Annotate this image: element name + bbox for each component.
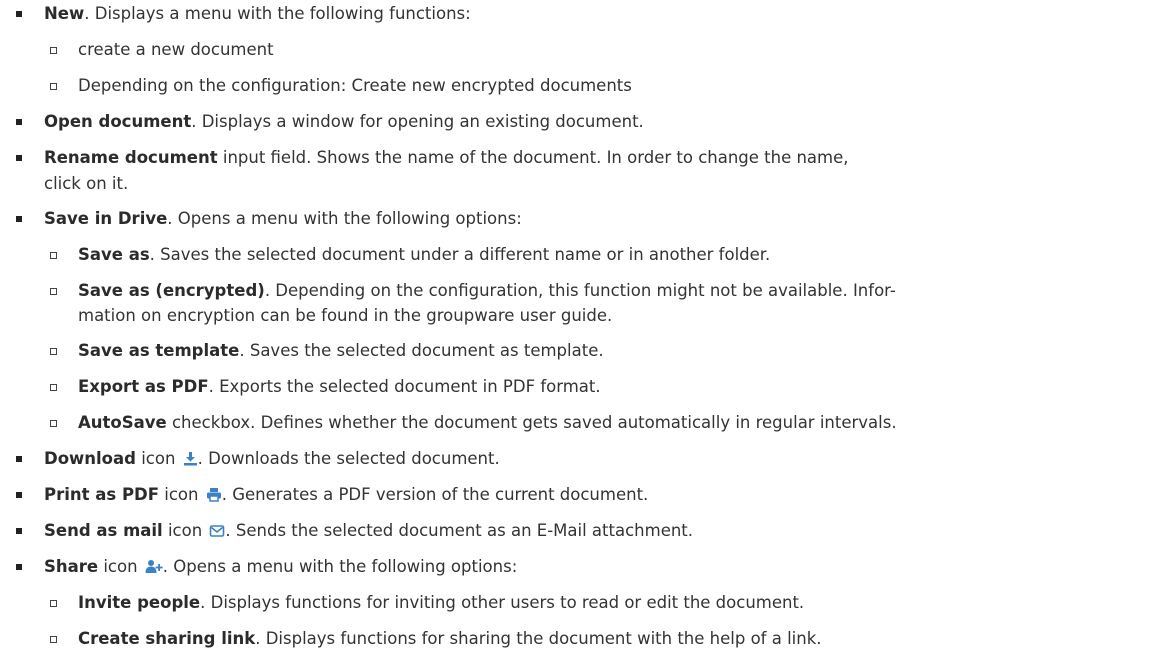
- item-text: checkbox. Defines whether the document g…: [166, 413, 897, 432]
- bullet: [16, 528, 22, 534]
- item-text: Depending on the configuration: Create n…: [78, 76, 632, 95]
- sub-bullet: [50, 83, 57, 90]
- bullet: [16, 119, 22, 125]
- sub-bullet: [50, 384, 57, 391]
- item-text: . Displays a menu with the following fun…: [84, 4, 471, 23]
- bullet: [16, 492, 22, 498]
- item-title: Share: [44, 557, 99, 576]
- item-title: AutoSave: [78, 413, 167, 432]
- sub-bullet: [50, 47, 57, 54]
- bullet: [16, 456, 22, 462]
- item-text-pre: icon: [162, 521, 208, 540]
- bullet: [16, 216, 22, 222]
- sub-bullet: [50, 600, 57, 607]
- item-title: Save as: [78, 245, 150, 264]
- share-icon: [145, 557, 163, 581]
- item-title: Create sharing link: [78, 629, 256, 648]
- sub-bullet: [50, 348, 57, 355]
- item-text: . Displays functions for inviting other …: [200, 593, 805, 612]
- item-text-pre: icon: [98, 557, 143, 576]
- item-text: . Saves the selected document as templat…: [239, 341, 604, 360]
- item-title: Invite people: [78, 593, 201, 612]
- item-text: . Opens a menu with the following option…: [162, 557, 518, 576]
- item-title: Send as mail: [44, 521, 163, 540]
- item-text: . Generates a PDF version of the current…: [221, 485, 649, 504]
- item-text: . Displays a window for opening an exist…: [191, 112, 644, 131]
- item-title: Save in Drive: [44, 209, 168, 228]
- bullet: [16, 11, 22, 17]
- item-title: Save as template: [78, 341, 240, 360]
- bullet: [16, 564, 22, 570]
- help-document: New. Displays a menu with the following …: [0, 0, 1151, 668]
- item-title: Download: [44, 449, 136, 468]
- print-icon: [206, 485, 222, 509]
- item-text: . Sends the selected document as an E-Ma…: [225, 521, 694, 540]
- item-title: Save as (encrypted): [78, 281, 265, 300]
- item-title: New: [44, 4, 85, 23]
- mail-icon: [209, 521, 225, 545]
- sub-bullet: [50, 636, 57, 643]
- item-text: input field. Shows the name of the docum…: [217, 148, 849, 167]
- item-text: . Saves the selected document under a di…: [149, 245, 771, 264]
- item-text-pre: icon: [135, 449, 181, 468]
- item-title: Open document: [44, 112, 192, 131]
- item-title: Export as PDF: [78, 377, 209, 396]
- item-text: . Exports the selected document in PDF f…: [208, 377, 601, 396]
- download-icon: [183, 449, 198, 473]
- item-text-continued: click on it.: [44, 174, 129, 193]
- item-title: Rename document: [44, 148, 218, 167]
- item-text: . Depending on the configuration, this f…: [264, 281, 896, 300]
- sub-bullet: [50, 288, 57, 295]
- item-text: . Displays functions for sharing the doc…: [255, 629, 822, 648]
- bullet: [16, 155, 22, 161]
- item-title: Print as PDF: [44, 485, 160, 504]
- sub-bullet: [50, 420, 57, 427]
- item-text: create a new document: [78, 40, 274, 59]
- item-text: . Opens a menu with the following option…: [167, 209, 522, 228]
- sub-bullet: [50, 252, 57, 259]
- item-text-continued: mation on encryption can be found in the…: [78, 306, 613, 325]
- item-text: . Downloads the selected document.: [197, 449, 500, 468]
- item-text-pre: icon: [159, 485, 204, 504]
